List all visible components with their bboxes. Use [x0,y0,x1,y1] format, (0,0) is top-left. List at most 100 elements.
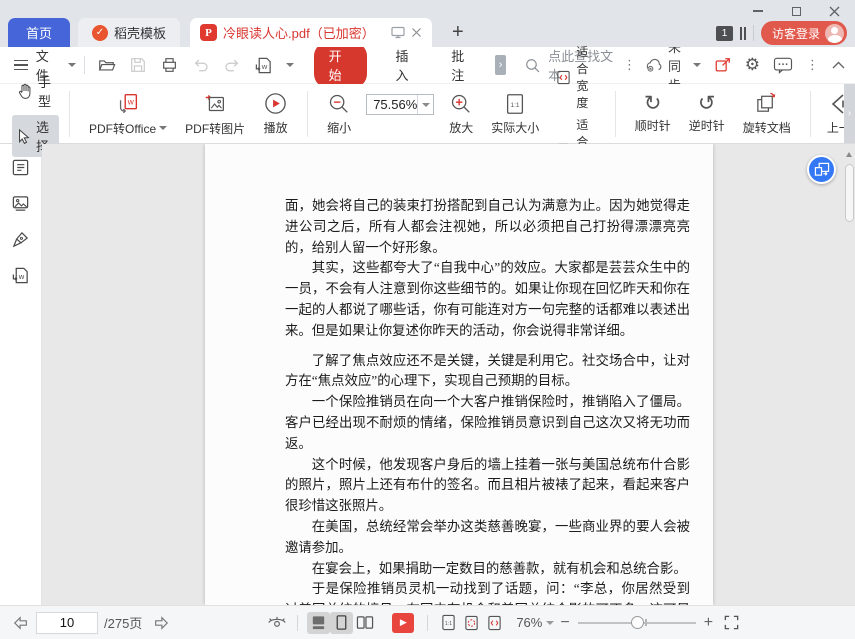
maximize-button[interactable] [785,4,807,19]
zoom-in-button[interactable]: 放大 [440,92,482,136]
undo-icon[interactable] [192,57,210,73]
zoom-slider[interactable] [577,615,696,630]
cursor-icon [16,128,31,145]
next-page-button[interactable] [152,615,170,631]
hand-tool-button[interactable]: 手型 [12,70,59,112]
zoom-dropdown-button[interactable] [417,95,433,114]
pdf-to-image-icon [202,91,228,117]
minimize-icon [753,10,763,12]
pdf-to-office-icon: w [115,91,141,117]
print-icon[interactable] [160,56,179,74]
tab-document[interactable]: P 冷眼读人心.pdf（已加密） [190,18,433,47]
signature-pen-icon[interactable] [11,230,30,249]
scrollbar-thumb[interactable] [844,164,854,222]
visitor-login-button[interactable]: 访客登录 [760,21,847,45]
zoom-out-button[interactable]: 缩小 [318,92,360,136]
chevron-down-icon[interactable] [285,63,294,67]
rotate-document-icon [754,91,779,116]
more-tabs-button[interactable]: › [495,55,507,75]
export-to-word-icon[interactable]: w [254,56,273,75]
tab-start[interactable]: 开始 [313,42,368,88]
more-options-icon[interactable]: ⋮ [806,57,819,73]
convert-float-button[interactable] [807,155,836,184]
tab-insert[interactable]: 插入 [383,46,431,84]
zoom-slider-handle[interactable] [630,615,644,629]
pdf-page[interactable]: 面，她会将自己的装束打扮搭配到自己认为满意为止。因为她觉得走进公司之后，所有人都… [205,144,713,605]
svg-text:w: w [18,272,25,281]
tab-home-label: 首页 [25,26,52,41]
rotate-counterclockwise-button[interactable]: ↺ 逆时针 [680,93,734,134]
gear-icon[interactable]: ⚙ [745,55,760,75]
hamburger-icon[interactable] [14,59,28,71]
open-folder-icon[interactable] [97,56,116,74]
pdf-to-office-button[interactable]: w PDF转Office [80,91,176,137]
view-mode-two-page-button[interactable] [353,612,376,634]
rotate-clockwise-button[interactable]: ↻ 顺时针 [626,93,680,134]
play-label: 播放 [263,121,288,135]
document-viewport[interactable]: 面，她会将自己的装束打扮搭配到自己认为满意为止。因为她觉得走进公司之后，所有人都… [42,144,855,605]
share-icon[interactable] [714,56,732,74]
zoom-percent-label[interactable]: 76% [516,615,542,630]
close-window-button[interactable] [823,4,845,19]
pdf-paragraph: 在宴会上，如果捐助一定数目的慈善款，就有机会和总统合影。 [311,560,687,576]
visitor-login-label: 访客登录 [771,26,820,41]
fit-width-icon [556,70,571,85]
redo-icon[interactable] [223,57,241,73]
chevron-down-icon[interactable] [67,63,76,67]
minimize-button[interactable] [747,4,769,19]
close-tab-icon[interactable] [411,27,422,38]
zoom-level-combobox[interactable]: 75.56% [366,94,435,115]
svg-text:1:1: 1:1 [511,101,520,108]
play-circle-icon [263,91,288,116]
save-icon[interactable] [129,56,147,74]
view-mode-single-page-button[interactable] [330,611,354,634]
outline-panel-icon[interactable] [11,158,30,177]
actual-size-button[interactable]: 1:1 实际大小 [482,92,548,136]
divider [69,90,71,137]
new-tab-button[interactable]: + [446,18,470,47]
view-mode-scroll-button[interactable] [307,611,331,634]
expand-panel-button[interactable]: › [844,84,855,143]
tab-docer-templates[interactable]: ✓ 稻壳模板 [78,18,181,47]
pdf-page-text: 面，她会将自己的装束打扮搭配到自己认为满意为止。因为她觉得走进公司之后，所有人都… [205,144,713,605]
thumbnails-panel-icon[interactable] [11,194,30,213]
collapse-ribbon-icon[interactable] [832,61,845,69]
chevron-down-icon[interactable] [546,620,555,625]
actual-size-status-button[interactable]: 1:1 [437,612,460,634]
rotate-document-button[interactable]: 旋转文档 [734,91,800,136]
fullscreen-icon[interactable] [723,614,740,631]
pdf-paragraph: 于是保险推销员灵机一动找到了话题，问：“李总，你居然受到过美国总统的接见，在国内… [285,581,690,605]
cloud-sync-icon [644,57,664,73]
vertical-scrollbar[interactable] [843,144,855,605]
rotate-document-label: 旋转文档 [742,121,791,135]
previous-page-button[interactable] [12,615,30,631]
fit-width-button[interactable]: 适合宽度 [556,43,596,111]
chevron-down-icon [692,63,701,67]
zoom-out-status-button[interactable]: − [554,614,575,632]
zoom-in-status-button[interactable]: + [698,614,719,632]
tab-annotate[interactable]: 批注 [439,46,487,84]
scroll-up-arrow[interactable] [846,152,852,157]
fit-width-label: 适合宽度 [576,45,589,110]
avatar-icon [825,23,844,43]
tab-home[interactable]: 首页 [8,18,70,47]
window-count-badge[interactable]: 1 [715,25,733,41]
export-word-panel-icon[interactable]: w [11,266,30,285]
menu-bar: 文件 w 开始 插入 批注 › 点此查找文本 ⋮ 未同步 [0,40,855,93]
play-button[interactable]: 播放 [254,91,297,136]
eye-protection-icon[interactable] [266,614,288,631]
window-stack-icon[interactable] [739,26,746,40]
comment-icon[interactable] [773,57,793,74]
rotate-counterclockwise-label: 逆时针 [688,118,725,133]
page-number-input[interactable] [36,611,98,634]
slideshow-play-button[interactable]: ▶ [392,612,415,633]
popup-window-icon[interactable] [391,26,405,39]
tab-docer-label: 稻壳模板 [114,26,167,41]
fit-width-status-button[interactable] [483,612,506,634]
pdf-paragraph: 其实，这些都夸大了“自我中心”的效应。大家都是芸芸众生中的一员，不会有人注意到你… [285,260,690,338]
fit-page-status-button[interactable] [460,612,483,634]
page-total-label: /275页 [104,616,143,631]
chevron-down-icon [421,102,430,107]
pdf-to-image-button[interactable]: PDF转图片 [176,91,254,137]
search-options-icon[interactable]: ⋮ [623,57,636,73]
